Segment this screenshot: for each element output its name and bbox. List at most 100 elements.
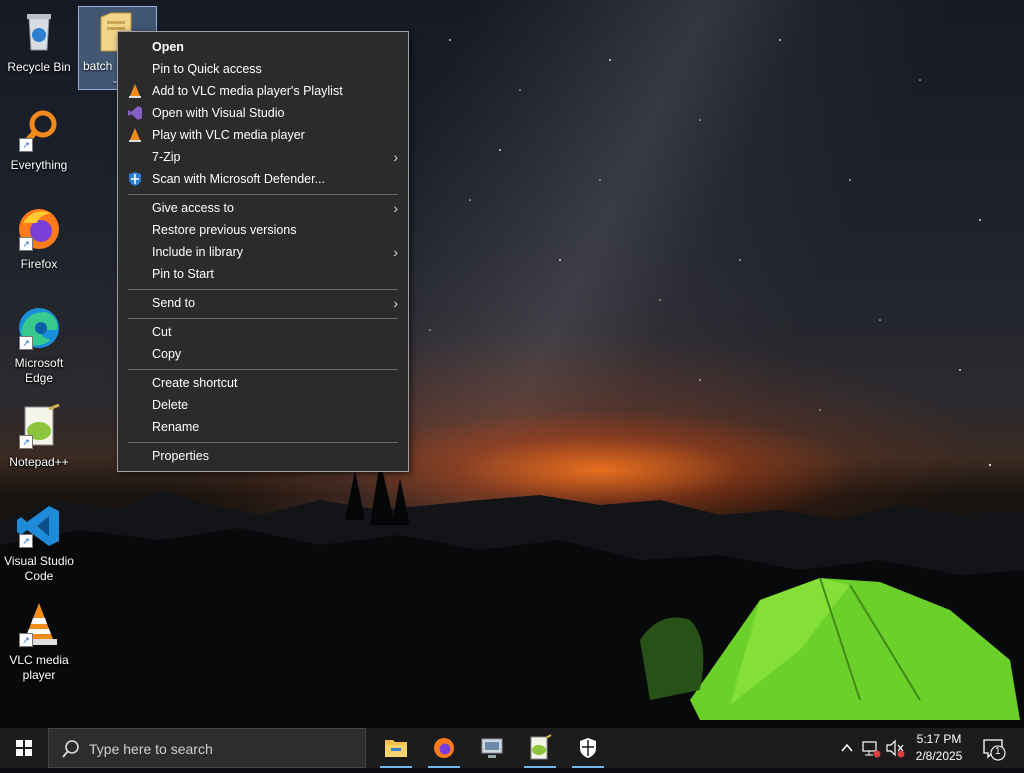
chevron-up-icon — [841, 743, 853, 752]
menu-separator — [128, 289, 398, 290]
desktop-icon-notepad-plus-plus[interactable]: ↗ Notepad++ — [2, 403, 76, 470]
menu-item-label: Cut — [152, 325, 172, 339]
menu-item-cut[interactable]: Cut — [118, 321, 408, 343]
menu-item-label: Send to — [152, 296, 196, 310]
vlc-icon: ↗ — [15, 601, 63, 649]
taskbar-notepad-plus-plus[interactable] — [518, 728, 562, 768]
menu-item-pin-quick-access[interactable]: Pin to Quick access — [118, 58, 408, 80]
visual-studio-icon — [128, 106, 142, 120]
vlc-cone-icon — [129, 128, 141, 142]
menu-item-send-to[interactable]: Send to › — [118, 292, 408, 314]
tray-overflow-button[interactable] — [838, 728, 856, 768]
menu-item-open-visual-studio[interactable]: Open with Visual Studio — [118, 102, 408, 124]
security-shield-icon — [580, 738, 596, 758]
menu-item-7zip[interactable]: 7-Zip › — [118, 146, 408, 168]
vscode-icon: ↗ — [15, 502, 63, 550]
menu-item-label: Restore previous versions — [152, 223, 297, 237]
desktop-icon-label: batch — [83, 59, 113, 73]
menu-item-label: Pin to Quick access — [152, 62, 262, 76]
menu-item-label: Add to VLC media player's Playlist — [152, 84, 343, 98]
taskbar-network-app[interactable] — [470, 728, 514, 768]
taskbar-search-box[interactable]: Type here to search — [48, 728, 366, 768]
desktop-icon-label: Microsoft Edge — [14, 356, 64, 385]
desktop-icon-label: VLC media player — [9, 653, 69, 682]
menu-item-create-shortcut[interactable]: Create shortcut — [118, 372, 408, 394]
menu-item-label: Create shortcut — [152, 376, 238, 390]
menu-item-label: Play with VLC media player — [152, 128, 305, 142]
defender-shield-icon — [129, 172, 141, 186]
network-disconnected-icon — [862, 741, 881, 758]
volume-muted-icon — [886, 739, 905, 758]
search-icon — [62, 740, 79, 758]
recycle-bin-icon — [15, 8, 63, 56]
desktop-icon-everything[interactable]: ↗ Everything — [2, 106, 76, 173]
chevron-right-icon: › — [393, 244, 398, 260]
network-status-button[interactable] — [860, 728, 882, 768]
clock-date: 2/8/2025 — [915, 749, 963, 763]
menu-item-label: Scan with Microsoft Defender... — [152, 172, 325, 186]
menu-item-label: Copy — [152, 347, 182, 361]
menu-item-delete[interactable]: Delete — [118, 394, 408, 416]
desktop-icon-vlc[interactable]: ↗ VLC media player — [2, 601, 76, 683]
desktop-icon-label: Notepad++ — [9, 455, 69, 469]
desktop-icon-firefox[interactable]: ↗ Firefox — [2, 205, 76, 272]
vlc-cone-icon — [129, 84, 141, 98]
menu-item-open[interactable]: Open — [118, 36, 408, 58]
start-button[interactable] — [0, 728, 48, 768]
menu-item-vlc-playlist[interactable]: Add to VLC media player's Playlist — [118, 80, 408, 102]
menu-item-scan-defender[interactable]: Scan with Microsoft Defender... — [118, 168, 408, 190]
taskbar-firefox[interactable] — [422, 728, 466, 768]
menu-item-label: 7-Zip — [152, 150, 181, 164]
desktop-icon-recycle-bin[interactable]: Recycle Bin — [2, 8, 76, 75]
notification-count-badge: 1 — [995, 746, 1001, 757]
shortcut-arrow-icon: ↗ — [19, 336, 33, 350]
shortcut-arrow-icon: ↗ — [19, 435, 33, 449]
taskbar-file-explorer[interactable] — [374, 728, 418, 768]
menu-separator — [128, 369, 398, 370]
shortcut-arrow-icon: ↗ — [19, 138, 33, 152]
shortcut-arrow-icon: ↗ — [19, 534, 33, 548]
search-placeholder: Type here to search — [89, 741, 213, 757]
shortcut-arrow-icon: ↗ — [19, 633, 33, 647]
menu-item-label: Include in library — [152, 245, 244, 259]
menu-item-properties[interactable]: Properties — [118, 445, 408, 467]
menu-item-include-library[interactable]: Include in library › — [118, 241, 408, 263]
menu-item-give-access[interactable]: Give access to › — [118, 197, 408, 219]
edge-icon: ↗ — [15, 304, 63, 352]
desktop-icon-vscode[interactable]: ↗ Visual Studio Code — [2, 502, 76, 584]
menu-item-copy[interactable]: Copy — [118, 343, 408, 365]
menu-item-play-vlc[interactable]: Play with VLC media player — [118, 124, 408, 146]
network-app-icon — [481, 738, 503, 758]
notification-center-button[interactable]: 1 — [978, 728, 1018, 768]
chevron-right-icon: › — [393, 149, 398, 165]
shortcut-arrow-icon: ↗ — [19, 237, 33, 251]
menu-item-rename[interactable]: Rename — [118, 416, 408, 438]
menu-separator — [128, 318, 398, 319]
chevron-right-icon: › — [393, 295, 398, 311]
chevron-right-icon: › — [393, 200, 398, 216]
menu-item-label: Rename — [152, 420, 200, 434]
menu-item-label: Pin to Start — [152, 267, 214, 281]
taskbar-clock[interactable]: 5:17 PM 2/8/2025 — [906, 731, 972, 765]
taskbar-security[interactable] — [566, 728, 610, 768]
desktop-icon-label: Firefox — [20, 257, 58, 271]
menu-separator — [128, 442, 398, 443]
desktop-icon-label: Recycle Bin — [7, 60, 71, 74]
desktop-icon-edge[interactable]: ↗ Microsoft Edge — [2, 304, 76, 386]
firefox-icon: ↗ — [15, 205, 63, 253]
desktop-icon-label: Visual Studio Code — [4, 554, 74, 583]
menu-item-label: Give access to — [152, 201, 234, 215]
firefox-icon — [434, 738, 454, 758]
menu-separator — [128, 194, 398, 195]
menu-item-label: Properties — [152, 449, 209, 463]
menu-item-pin-start[interactable]: Pin to Start — [118, 263, 408, 285]
menu-item-label: Open with Visual Studio — [152, 106, 285, 120]
menu-item-label: Open — [152, 40, 184, 54]
volume-button[interactable] — [884, 728, 906, 768]
notepad-plus-plus-icon: ↗ — [15, 403, 63, 451]
everything-search-icon: ↗ — [15, 106, 63, 154]
windows-logo-icon — [16, 740, 32, 756]
notepad-plus-plus-icon — [530, 734, 552, 760]
clock-time: 5:17 PM — [916, 732, 962, 746]
menu-item-restore-versions[interactable]: Restore previous versions — [118, 219, 408, 241]
